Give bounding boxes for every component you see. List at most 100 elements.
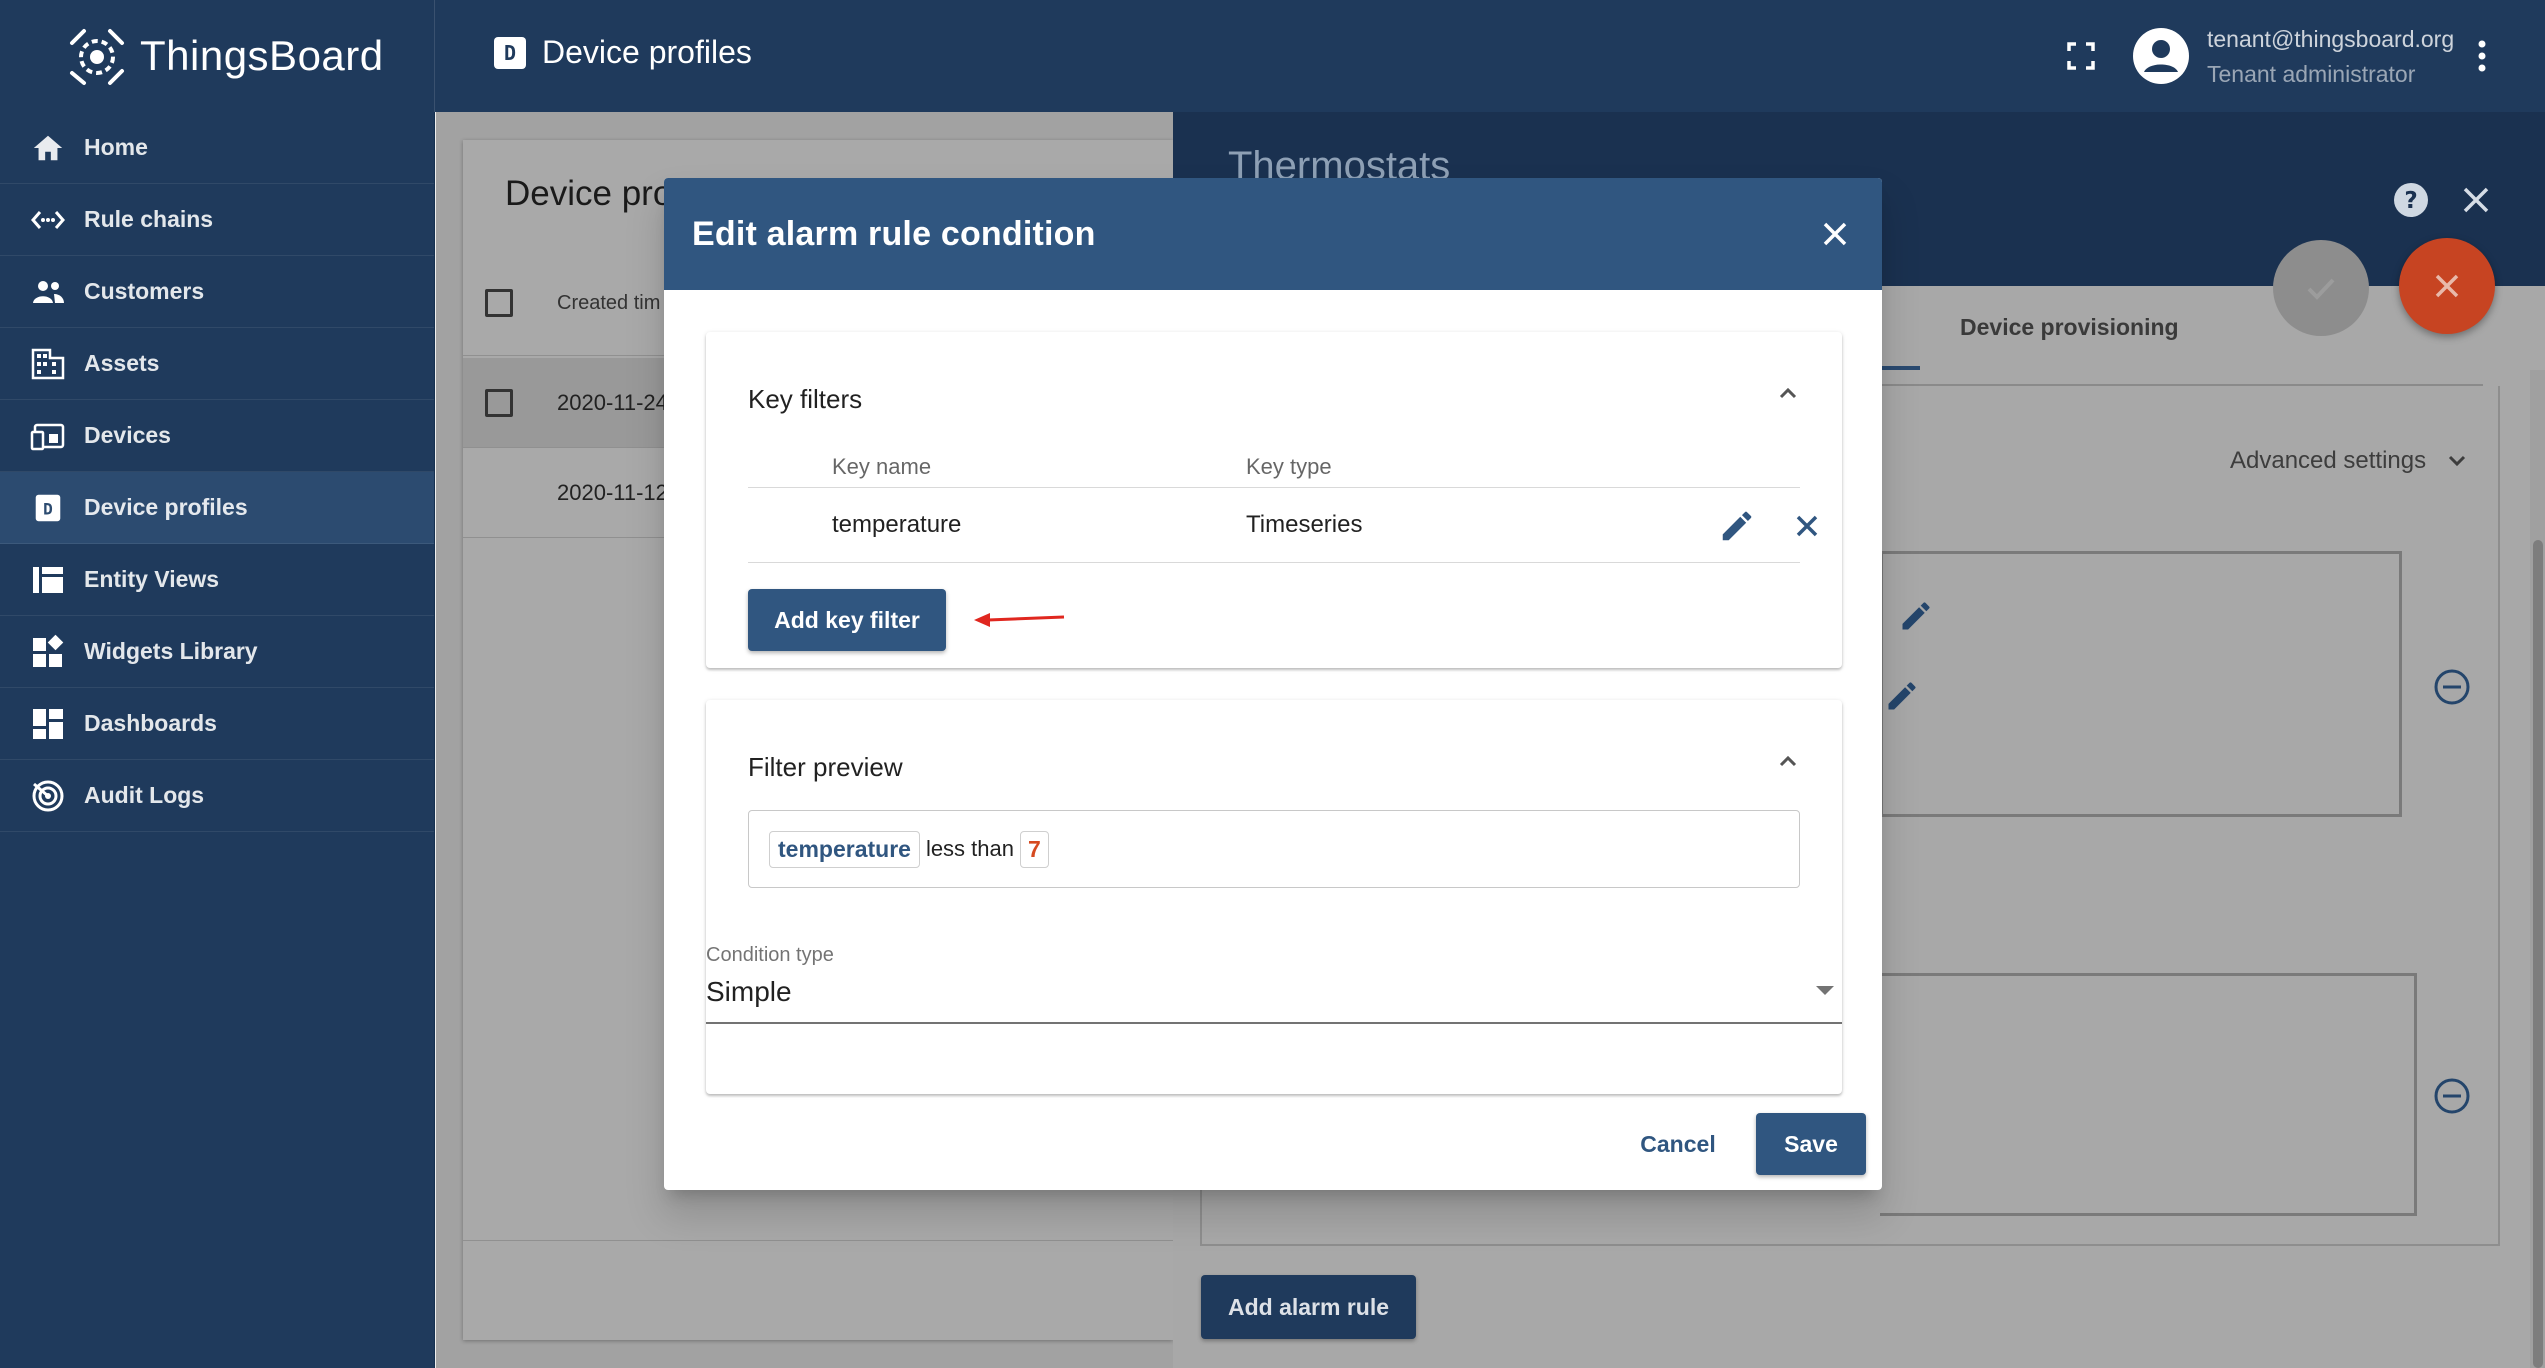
advanced-settings-label: Advanced settings	[2230, 447, 2427, 474]
filter-preview-title: Filter preview	[748, 752, 903, 782]
thingsboard-logo-icon	[70, 29, 124, 85]
devices-icon	[30, 418, 66, 454]
chevron-up-icon[interactable]	[1770, 744, 1806, 780]
brand[interactable]: ThingsBoard	[0, 0, 435, 112]
more-vert-icon[interactable]	[2470, 36, 2494, 76]
page-title: D Device profiles	[494, 34, 752, 71]
annotation-arrow-icon	[974, 613, 1065, 627]
key-filters-table-header: Key name Key type	[748, 452, 1800, 488]
chevron-down-icon	[2449, 455, 2466, 467]
account-icon	[2144, 40, 2178, 72]
sidebar-item-audit-logs[interactable]: Audit Logs	[0, 760, 434, 832]
apply-changes-button[interactable]	[2273, 240, 2369, 336]
advanced-settings-toggle[interactable]: Advanced settings	[2230, 446, 2472, 476]
row-checkbox[interactable]	[485, 389, 513, 417]
home-icon	[30, 130, 66, 166]
chevron-up-icon[interactable]	[1770, 376, 1806, 412]
close-icon[interactable]	[2460, 184, 2492, 216]
rule-chains-icon	[30, 202, 66, 238]
dialog-header: Edit alarm rule condition	[664, 178, 1882, 290]
select-all-checkbox[interactable]	[485, 289, 513, 317]
active-tab-indicator	[1880, 366, 1920, 370]
sidebar-item-label: Dashboards	[84, 710, 217, 736]
remove-circle-icon[interactable]	[2433, 1077, 2471, 1115]
edit-icon[interactable]	[1884, 678, 1920, 714]
sidebar-item-label: Home	[84, 134, 148, 160]
help-icon[interactable]: ?	[2392, 181, 2430, 219]
sidebar-item-rule-chains[interactable]: Rule chains	[0, 184, 434, 256]
user-info[interactable]: tenant@thingsboard.org Tenant administra…	[2207, 26, 2454, 88]
cancel-button[interactable]: Cancel	[1622, 1113, 1734, 1175]
alarm-rule-box	[1880, 551, 2402, 817]
table-row: temperature Timeseries	[748, 489, 1818, 563]
remove-circle-icon[interactable]	[2433, 668, 2471, 706]
delete-icon[interactable]	[1788, 507, 1826, 545]
customers-icon	[30, 274, 66, 310]
dashboards-icon	[30, 706, 66, 742]
edit-icon[interactable]	[1718, 507, 1756, 545]
user-role: Tenant administrator	[2207, 61, 2416, 87]
sidebar-item-device-profiles[interactable]: D Device profiles	[0, 472, 434, 544]
add-alarm-rule-button[interactable]: Add alarm rule	[1201, 1275, 1416, 1339]
column-key-type: Key type	[1246, 454, 1332, 479]
condition-type-select[interactable]: Simple	[706, 970, 1842, 1024]
column-key-name: Key name	[832, 454, 932, 479]
widgets-library-icon	[30, 634, 66, 670]
svg-text:D: D	[43, 499, 53, 518]
key-name-cell: temperature	[832, 511, 962, 538]
filter-operation: less than	[925, 836, 1014, 861]
sidebar-item-label: Entity Views	[84, 566, 220, 592]
entity-views-icon	[30, 562, 66, 598]
device-profile-icon: D	[494, 36, 526, 69]
sidebar-item-label: Devices	[84, 422, 171, 448]
filter-key-chip: temperature	[769, 830, 920, 868]
dialog-title: Edit alarm rule condition	[692, 214, 1096, 253]
svg-text:?: ?	[2404, 188, 2417, 214]
sidebar-item-customers[interactable]: Customers	[0, 256, 434, 328]
sidebar-item-dashboards[interactable]: Dashboards	[0, 688, 434, 760]
page-title-text: Device profiles	[542, 34, 752, 70]
app-name: ThingsBoard	[140, 32, 384, 79]
fullscreen-icon[interactable]	[2065, 40, 2097, 72]
save-button[interactable]: Save	[1756, 1113, 1866, 1175]
condition-type-label: Condition type	[706, 944, 834, 966]
sidebar-item-home[interactable]: Home	[0, 112, 434, 184]
sidebar-item-label: Assets	[84, 350, 160, 376]
sidebar-item-label: Widgets Library	[84, 638, 258, 664]
card-title: Device pro	[505, 174, 673, 213]
key-filters-title: Key filters	[748, 384, 863, 414]
filter-value-chip: 7	[1020, 830, 1049, 868]
sidebar-item-label: Rule chains	[84, 206, 214, 232]
assets-icon	[30, 346, 66, 382]
avatar[interactable]	[2133, 28, 2189, 84]
sidebar-item-entity-views[interactable]: Entity Views	[0, 544, 434, 616]
divider	[463, 1240, 1173, 1241]
dropdown-arrow-icon	[1816, 986, 1834, 995]
add-key-filter-button[interactable]: Add key filter	[748, 589, 946, 651]
sidebar-item-assets[interactable]: Assets	[0, 328, 434, 400]
close-icon[interactable]	[1817, 216, 1853, 252]
tab-device-provisioning[interactable]: Device provisioning	[1960, 314, 2179, 341]
edit-alarm-rule-condition-dialog: Edit alarm rule condition Key filters Ke…	[664, 178, 1882, 1190]
sidebar-item-label: Device profiles	[84, 494, 248, 520]
key-filters-panel: Key filters Key name Key type temperatur…	[706, 332, 1842, 668]
audit-logs-icon	[30, 778, 66, 814]
sidebar-item-widgets-library[interactable]: Widgets Library	[0, 616, 434, 688]
key-type-cell: Timeseries	[1246, 511, 1363, 538]
edit-icon[interactable]	[1898, 598, 1934, 634]
check-icon	[2307, 278, 2335, 300]
sidebar-item-label: Customers	[84, 278, 205, 304]
condition-type-value: Simple	[706, 976, 792, 1007]
alarm-rule-box	[1880, 973, 2417, 1216]
sidebar: Home Rule chains Customers Assets Device…	[0, 112, 435, 1368]
device-profiles-icon: D	[30, 490, 66, 526]
sidebar-item-devices[interactable]: Devices	[0, 400, 434, 472]
cancel-edit-button[interactable]	[2399, 238, 2495, 334]
scrollbar-thumb[interactable]	[2533, 540, 2543, 1368]
close-icon	[2435, 274, 2459, 298]
filter-preview-panel: Filter preview temperature less than 7	[706, 700, 1842, 1094]
user-email: tenant@thingsboard.org	[2207, 26, 2455, 52]
filter-preview-box: temperature less than 7	[748, 810, 1800, 888]
top-toolbar: ThingsBoard D Device profiles tenant@thi…	[0, 0, 2545, 112]
row-created-time: 2020-11-24	[557, 390, 668, 415]
